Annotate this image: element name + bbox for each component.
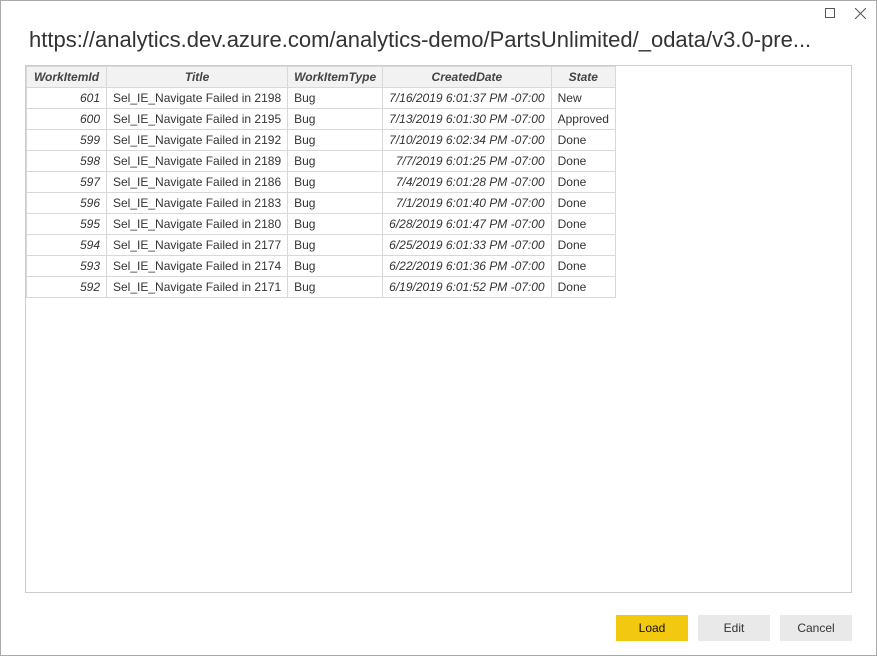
cell-workitemtype: Bug — [288, 277, 383, 298]
cell-createddate: 7/16/2019 6:01:37 PM -07:00 — [383, 88, 551, 109]
cell-workitemid: 599 — [27, 130, 107, 151]
table-row[interactable]: 600Sel_IE_Navigate Failed in 2195Bug7/13… — [27, 109, 616, 130]
cell-workitemid: 600 — [27, 109, 107, 130]
col-header-title[interactable]: Title — [107, 67, 288, 88]
cell-workitemtype: Bug — [288, 109, 383, 130]
cell-workitemid: 596 — [27, 193, 107, 214]
cell-createddate: 7/7/2019 6:01:25 PM -07:00 — [383, 151, 551, 172]
cell-title: Sel_IE_Navigate Failed in 2177 — [107, 235, 288, 256]
cell-state: Approved — [551, 109, 615, 130]
col-header-workitemtype[interactable]: WorkItemType — [288, 67, 383, 88]
cell-state: New — [551, 88, 615, 109]
table-row[interactable]: 595Sel_IE_Navigate Failed in 2180Bug6/28… — [27, 214, 616, 235]
cell-workitemtype: Bug — [288, 88, 383, 109]
table-row[interactable]: 594Sel_IE_Navigate Failed in 2177Bug6/25… — [27, 235, 616, 256]
cell-workitemid: 593 — [27, 256, 107, 277]
cell-workitemid: 592 — [27, 277, 107, 298]
url-heading: https://analytics.dev.azure.com/analytic… — [1, 25, 876, 65]
cell-title: Sel_IE_Navigate Failed in 2171 — [107, 277, 288, 298]
table-row[interactable]: 599Sel_IE_Navigate Failed in 2192Bug7/10… — [27, 130, 616, 151]
cell-workitemtype: Bug — [288, 235, 383, 256]
cell-title: Sel_IE_Navigate Failed in 2183 — [107, 193, 288, 214]
table-row[interactable]: 593Sel_IE_Navigate Failed in 2174Bug6/22… — [27, 256, 616, 277]
cell-state: Done — [551, 193, 615, 214]
cell-state: Done — [551, 151, 615, 172]
cell-createddate: 7/13/2019 6:01:30 PM -07:00 — [383, 109, 551, 130]
cell-workitemtype: Bug — [288, 151, 383, 172]
edit-button[interactable]: Edit — [698, 615, 770, 641]
cell-state: Done — [551, 256, 615, 277]
preview-frame: WorkItemId Title WorkItemType CreatedDat… — [25, 65, 852, 593]
cell-state: Done — [551, 172, 615, 193]
close-icon[interactable] — [854, 7, 866, 19]
cell-workitemtype: Bug — [288, 130, 383, 151]
cell-state: Done — [551, 214, 615, 235]
maximize-icon[interactable] — [824, 7, 836, 19]
cell-workitemtype: Bug — [288, 214, 383, 235]
data-table: WorkItemId Title WorkItemType CreatedDat… — [26, 66, 616, 298]
cell-workitemtype: Bug — [288, 172, 383, 193]
cell-title: Sel_IE_Navigate Failed in 2198 — [107, 88, 288, 109]
cell-createddate: 7/4/2019 6:01:28 PM -07:00 — [383, 172, 551, 193]
table-row[interactable]: 592Sel_IE_Navigate Failed in 2171Bug6/19… — [27, 277, 616, 298]
cell-state: Done — [551, 277, 615, 298]
col-header-workitemid[interactable]: WorkItemId — [27, 67, 107, 88]
cell-workitemid: 601 — [27, 88, 107, 109]
col-header-state[interactable]: State — [551, 67, 615, 88]
load-button[interactable]: Load — [616, 615, 688, 641]
cell-createddate: 6/19/2019 6:01:52 PM -07:00 — [383, 277, 551, 298]
cell-workitemtype: Bug — [288, 193, 383, 214]
cell-state: Done — [551, 235, 615, 256]
table-row[interactable]: 596Sel_IE_Navigate Failed in 2183Bug7/1/… — [27, 193, 616, 214]
table-body: 601Sel_IE_Navigate Failed in 2198Bug7/16… — [27, 88, 616, 298]
col-header-createddate[interactable]: CreatedDate — [383, 67, 551, 88]
cell-createddate: 6/25/2019 6:01:33 PM -07:00 — [383, 235, 551, 256]
table-row[interactable]: 598Sel_IE_Navigate Failed in 2189Bug7/7/… — [27, 151, 616, 172]
cell-title: Sel_IE_Navigate Failed in 2195 — [107, 109, 288, 130]
cell-title: Sel_IE_Navigate Failed in 2180 — [107, 214, 288, 235]
cancel-button[interactable]: Cancel — [780, 615, 852, 641]
cell-workitemid: 597 — [27, 172, 107, 193]
cell-title: Sel_IE_Navigate Failed in 2189 — [107, 151, 288, 172]
cell-workitemid: 595 — [27, 214, 107, 235]
table-row[interactable]: 597Sel_IE_Navigate Failed in 2186Bug7/4/… — [27, 172, 616, 193]
cell-workitemtype: Bug — [288, 256, 383, 277]
table-header-row: WorkItemId Title WorkItemType CreatedDat… — [27, 67, 616, 88]
cell-workitemid: 598 — [27, 151, 107, 172]
cell-title: Sel_IE_Navigate Failed in 2186 — [107, 172, 288, 193]
cell-createddate: 6/22/2019 6:01:36 PM -07:00 — [383, 256, 551, 277]
cell-createddate: 7/1/2019 6:01:40 PM -07:00 — [383, 193, 551, 214]
titlebar — [1, 1, 876, 25]
cell-state: Done — [551, 130, 615, 151]
cell-createddate: 7/10/2019 6:02:34 PM -07:00 — [383, 130, 551, 151]
cell-title: Sel_IE_Navigate Failed in 2174 — [107, 256, 288, 277]
cell-createddate: 6/28/2019 6:01:47 PM -07:00 — [383, 214, 551, 235]
button-bar: Load Edit Cancel — [616, 615, 852, 641]
cell-title: Sel_IE_Navigate Failed in 2192 — [107, 130, 288, 151]
table-row[interactable]: 601Sel_IE_Navigate Failed in 2198Bug7/16… — [27, 88, 616, 109]
cell-workitemid: 594 — [27, 235, 107, 256]
